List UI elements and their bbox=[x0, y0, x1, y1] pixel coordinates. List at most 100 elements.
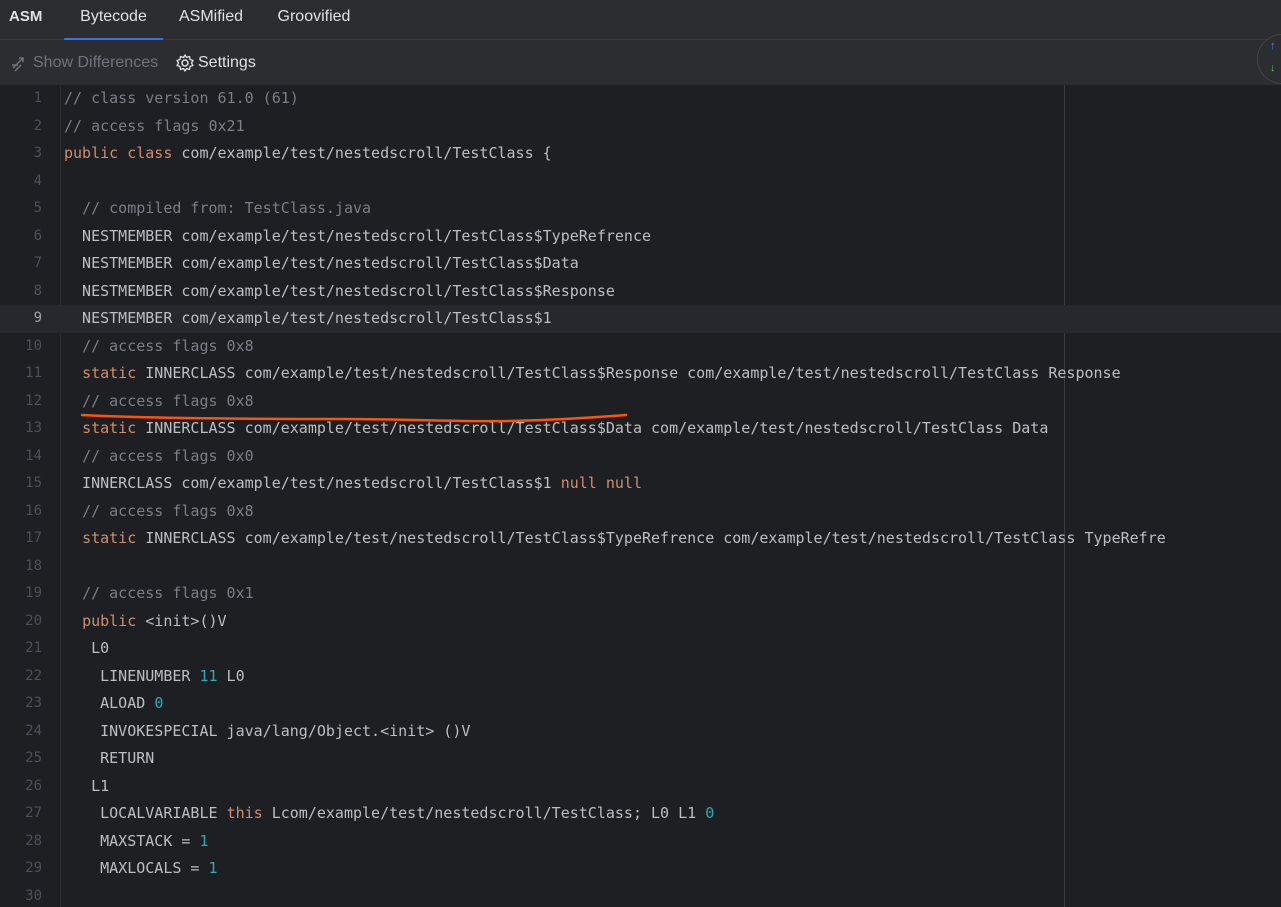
code-line[interactable]: 21 L0 bbox=[0, 635, 1281, 663]
code-line[interactable]: 19 // access flags 0x1 bbox=[0, 580, 1281, 608]
code-text: public <init>()V bbox=[64, 608, 227, 636]
line-number: 24 bbox=[25, 722, 42, 739]
gear-icon bbox=[176, 54, 194, 72]
line-number: 16 bbox=[25, 502, 42, 519]
code-text: ALOAD 0 bbox=[64, 690, 163, 718]
code-token: // access flags 0x8 bbox=[82, 391, 254, 410]
code-text: static INNERCLASS com/example/test/neste… bbox=[64, 360, 1121, 388]
settings-label: Settings bbox=[198, 54, 256, 71]
code-token: LOCALVARIABLE bbox=[64, 804, 227, 822]
code-token: Lcom/example/test/nestedscroll/TestClass… bbox=[262, 804, 706, 822]
line-number: 14 bbox=[25, 447, 42, 464]
line-number: 15 bbox=[25, 475, 42, 491]
code-token: 1 bbox=[199, 831, 209, 850]
line-number: 23 bbox=[25, 695, 42, 711]
code-line[interactable]: 9 NESTMEMBER com/example/test/nestedscro… bbox=[0, 305, 1281, 333]
code-line[interactable]: 29 MAXLOCALS = 1 bbox=[0, 855, 1281, 883]
code-token: static bbox=[82, 529, 137, 547]
code-text: INNERCLASS com/example/test/nestedscroll… bbox=[64, 470, 642, 498]
code-token: NESTMEMBER com/example/test/nestedscroll… bbox=[64, 226, 651, 245]
code-line[interactable]: 12 // access flags 0x8 bbox=[0, 388, 1281, 416]
code-line[interactable]: 6 NESTMEMBER com/example/test/nestedscro… bbox=[0, 223, 1281, 251]
code-text: // access flags 0x21 bbox=[64, 113, 245, 141]
line-number: 6 bbox=[33, 227, 42, 244]
code-line[interactable]: 23 ALOAD 0 bbox=[0, 690, 1281, 718]
code-line[interactable]: 16 // access flags 0x8 bbox=[0, 498, 1281, 526]
arrow-up-icon[interactable]: ↑ bbox=[1270, 40, 1276, 52]
line-number: 20 bbox=[25, 612, 42, 629]
tab-groovified[interactable]: Groovified bbox=[266, 0, 362, 40]
code-text: NESTMEMBER com/example/test/nestedscroll… bbox=[64, 278, 615, 306]
code-line[interactable]: 27 LOCALVARIABLE this Lcom/example/test/… bbox=[0, 800, 1281, 828]
line-number: 3 bbox=[33, 145, 42, 161]
code-text: // access flags 0x8 bbox=[64, 498, 254, 526]
code-line[interactable]: 20 public <init>()V bbox=[0, 608, 1281, 636]
code-token: <init>()V bbox=[136, 611, 227, 630]
code-token: public bbox=[64, 144, 119, 162]
code-line[interactable]: 3 public class com/example/test/nestedscr… bbox=[0, 140, 1281, 168]
code-line[interactable]: 28 MAXSTACK = 1 bbox=[0, 828, 1281, 856]
code-token: // compiled from: TestClass.java bbox=[82, 199, 372, 217]
code-line[interactable]: 1 // class version 61.0 (61) bbox=[0, 85, 1281, 113]
line-number: 25 bbox=[25, 750, 42, 766]
settings-button[interactable]: Settings bbox=[175, 51, 256, 75]
code-token: NESTMEMBER com/example/test/nestedscroll… bbox=[64, 254, 579, 272]
code-line[interactable]: 13 static INNERCLASS com/example/test/ne… bbox=[0, 415, 1281, 443]
arrow-down-icon[interactable]: ↓ bbox=[1270, 62, 1276, 74]
code-token: static bbox=[82, 364, 137, 382]
code-token: INNERCLASS com/example/test/nestedscroll… bbox=[64, 474, 561, 492]
line-number: 26 bbox=[25, 777, 42, 794]
code-token: LINENUMBER bbox=[64, 666, 200, 685]
code-line[interactable]: 26 L1 bbox=[0, 773, 1281, 801]
code-line[interactable]: 15 INNERCLASS com/example/test/nestedscr… bbox=[0, 470, 1281, 498]
tab-asmified[interactable]: ASMified bbox=[168, 0, 254, 40]
code-text: static INNERCLASS com/example/test/neste… bbox=[64, 525, 1166, 553]
show-differences-button[interactable]: Show Differences bbox=[10, 51, 158, 75]
tab-asmified-label: ASMified bbox=[178, 8, 244, 25]
code-line[interactable]: 18 bbox=[0, 553, 1281, 581]
code-token: MAXLOCALS = bbox=[64, 859, 209, 877]
code-line[interactable]: 24 INVOKESPECIAL java/lang/Object.<init>… bbox=[0, 718, 1281, 746]
tab-bytecode[interactable]: Bytecode bbox=[64, 0, 163, 41]
code-line[interactable]: 17 static INNERCLASS com/example/test/ne… bbox=[0, 525, 1281, 553]
code-text: NESTMEMBER com/example/test/nestedscroll… bbox=[64, 250, 579, 278]
code-line[interactable]: 25 RETURN bbox=[0, 745, 1281, 773]
code-line[interactable]: 14 // access flags 0x0 bbox=[0, 443, 1281, 471]
code-text: LOCALVARIABLE this Lcom/example/test/nes… bbox=[64, 800, 714, 828]
code-text: // access flags 0x8 bbox=[64, 333, 254, 361]
code-token: INNERCLASS com/example/test/nestedscroll… bbox=[136, 364, 1121, 382]
asm-brand-label: ASM bbox=[9, 8, 43, 25]
code-text: L0 bbox=[64, 635, 109, 663]
line-number: 17 bbox=[25, 530, 42, 546]
code-text: MAXLOCALS = 1 bbox=[64, 855, 218, 883]
line-number: 9 bbox=[33, 310, 42, 326]
code-line[interactable]: 5 // compiled from: TestClass.java bbox=[0, 195, 1281, 223]
tab-bytecode-label: Bytecode bbox=[80, 8, 147, 25]
code-text: // access flags 0x0 bbox=[64, 443, 254, 471]
line-number: 12 bbox=[25, 392, 42, 409]
code-line[interactable]: 4 bbox=[0, 168, 1281, 196]
code-text: // compiled from: TestClass.java bbox=[64, 195, 371, 223]
line-number: 30 bbox=[25, 887, 42, 904]
code-line[interactable]: 10 // access flags 0x8 bbox=[0, 333, 1281, 361]
line-number: 21 bbox=[25, 640, 42, 656]
code-line[interactable]: 22 LINENUMBER 11 L0 bbox=[0, 663, 1281, 691]
code-token: 11 bbox=[199, 666, 218, 685]
code-text: RETURN bbox=[64, 745, 154, 773]
code-token: // access flags 0x1 bbox=[82, 584, 254, 602]
code-line[interactable]: 11 static INNERCLASS com/example/test/ne… bbox=[0, 360, 1281, 388]
show-differences-label: Show Differences bbox=[33, 54, 159, 71]
code-token: 1 bbox=[208, 859, 218, 877]
code-line[interactable]: 30 bbox=[0, 883, 1281, 907]
line-number: 29 bbox=[25, 860, 42, 876]
line-number: 5 bbox=[33, 200, 42, 216]
bytecode-editor[interactable]: 1 // class version 61.0 (61) 2 // access fl… bbox=[0, 85, 1281, 907]
code-line[interactable]: 7 NESTMEMBER com/example/test/nestedscro… bbox=[0, 250, 1281, 278]
code-line[interactable]: 8 NESTMEMBER com/example/test/nestedscro… bbox=[0, 278, 1281, 306]
code-text: public class com/example/test/nestedscro… bbox=[64, 140, 552, 168]
code-line[interactable]: 2 // access flags 0x21 bbox=[0, 113, 1281, 141]
